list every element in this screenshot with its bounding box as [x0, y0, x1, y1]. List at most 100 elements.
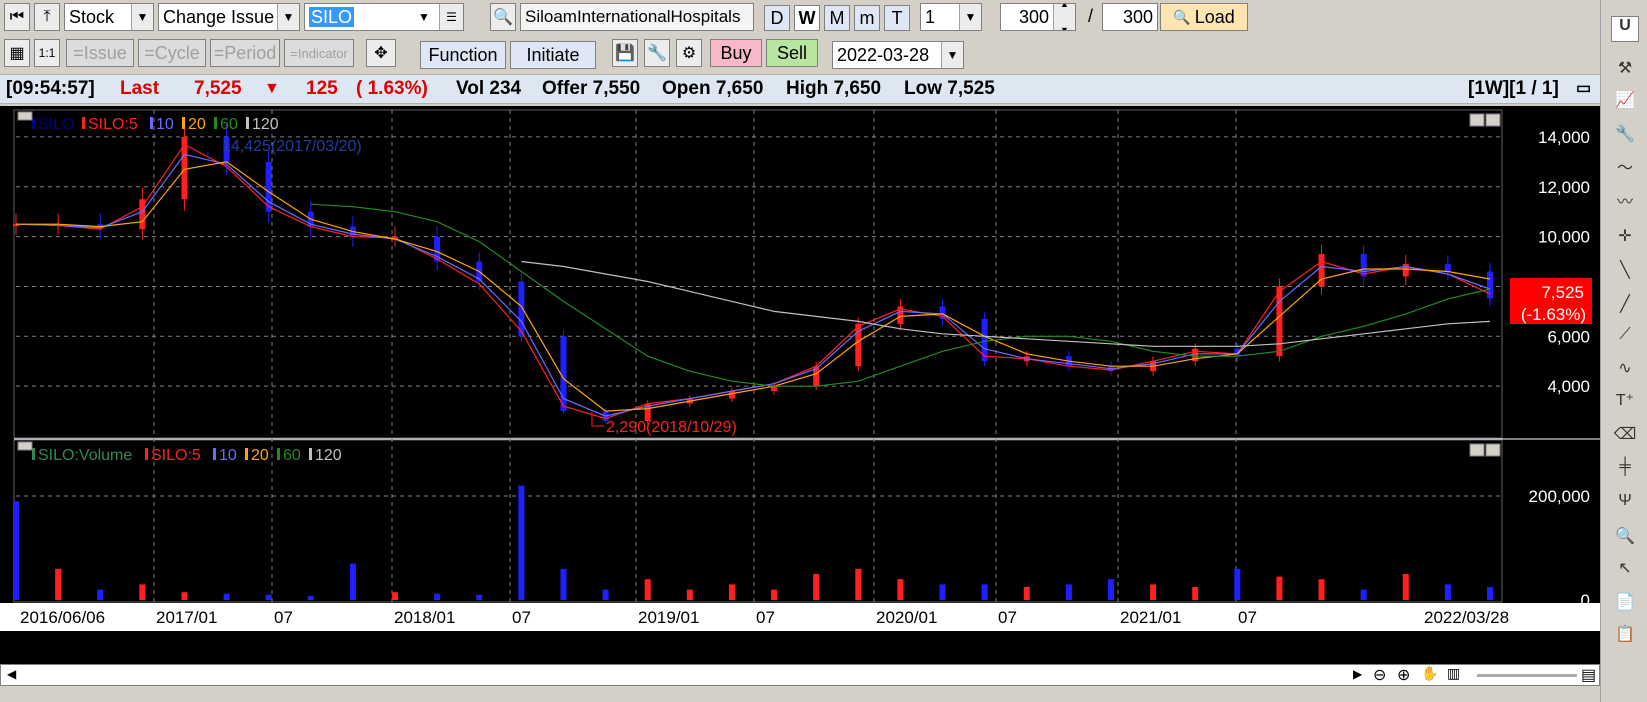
- magnifier-icon[interactable]: 🔍: [1611, 526, 1639, 552]
- trade-icon[interactable]: 〰: [1611, 188, 1639, 214]
- panel-close-icon: [1485, 113, 1501, 127]
- chevron-down-icon[interactable]: ▼: [941, 42, 963, 68]
- volume-bar: [1487, 587, 1493, 600]
- period-button-W[interactable]: W: [794, 5, 820, 31]
- document-icon[interactable]: 📋: [1611, 624, 1639, 650]
- volume-bar: [1444, 584, 1451, 600]
- search-icon[interactable]: 🔍: [490, 3, 516, 31]
- y-tick-label: 10,000: [1538, 228, 1590, 247]
- chevron-down-icon[interactable]: ▼: [277, 4, 299, 30]
- y-tick-label: 6,000: [1547, 327, 1590, 346]
- chevron-down-icon[interactable]: ▼: [413, 4, 435, 30]
- chart-icon[interactable]: 📈: [1611, 90, 1639, 116]
- layout-icon[interactable]: ▤: [1581, 665, 1596, 685]
- hand-icon[interactable]: ✋: [1421, 665, 1438, 682]
- zoom-slider[interactable]: [1477, 674, 1577, 677]
- text-icon[interactable]: T⁺: [1611, 390, 1639, 416]
- period-button-D[interactable]: D: [764, 5, 790, 31]
- stepper-icon[interactable]: ▲ ▼: [1053, 4, 1075, 30]
- period-button-T[interactable]: T: [884, 5, 910, 31]
- wrench-icon[interactable]: 🔧: [644, 39, 670, 67]
- volume-bar: [1360, 589, 1367, 600]
- eraser-icon[interactable]: ⌫: [1611, 424, 1639, 450]
- volume-bar: [1318, 579, 1325, 600]
- volume-bar: [644, 579, 651, 600]
- change-issue-value: Change Issue: [163, 7, 275, 27]
- price-icon[interactable]: 〜: [1611, 154, 1639, 180]
- indicator-label: =Indicator: [290, 45, 348, 61]
- panel-restore-icon: [1469, 443, 1485, 457]
- save-icon[interactable]: 💾: [612, 39, 638, 67]
- gear-icon[interactable]: ⚙: [676, 39, 702, 67]
- x-tick-label: 07: [756, 608, 775, 627]
- list-icon[interactable]: ☰: [439, 4, 463, 30]
- period-button-m[interactable]: m: [854, 5, 880, 31]
- branch-icon[interactable]: Ψ: [1611, 492, 1639, 518]
- x-tick-label: 2016/06/06: [20, 608, 105, 627]
- one-to-one-button[interactable]: 1:1: [34, 39, 60, 67]
- horizontal-scrollbar[interactable]: ◀ ▶ ⊖ ⊕ ✋ ▥ ▤: [0, 664, 1600, 686]
- scroll-left-icon[interactable]: ◀: [7, 667, 16, 681]
- buy-button[interactable]: Buy: [710, 39, 762, 67]
- volume-bar: [771, 589, 778, 600]
- bar-count-stepper[interactable]: 300 ▲ ▼: [1000, 3, 1076, 31]
- volume-legend-label: 120: [315, 447, 342, 464]
- crosshair-icon[interactable]: ✛: [1611, 226, 1639, 252]
- wrench-icon[interactable]: 🔧: [1611, 124, 1639, 150]
- volume-bar: [181, 592, 188, 600]
- wave-icon[interactable]: ∿: [1611, 358, 1639, 384]
- issue-button[interactable]: =Issue: [66, 39, 134, 67]
- volume-bar: [13, 501, 19, 600]
- function-button[interactable]: Function: [420, 41, 506, 69]
- scroll-right-icon[interactable]: ▶: [1353, 667, 1362, 681]
- ray-icon[interactable]: ╱: [1611, 294, 1639, 320]
- cursor-icon[interactable]: ↖: [1611, 558, 1639, 584]
- volume-legend-swatch: [277, 448, 280, 460]
- bars-icon[interactable]: ▥: [1447, 665, 1460, 682]
- sell-button[interactable]: Sell: [766, 39, 818, 67]
- grid-icon[interactable]: ▦: [4, 39, 30, 67]
- price-legend-swatch: [150, 117, 153, 129]
- initiate-button[interactable]: Initiate: [510, 41, 596, 69]
- chevron-down-icon[interactable]: ▼: [131, 4, 153, 30]
- low-value: Low 7,525: [904, 78, 995, 99]
- interval-select[interactable]: 1 ▼: [920, 3, 982, 31]
- line-tool-icon[interactable]: ╲: [1611, 260, 1639, 286]
- market-type-value: Stock: [69, 7, 115, 27]
- change-issue-select[interactable]: Change Issue ▼: [158, 3, 300, 31]
- candle-icon[interactable]: ╪: [1611, 458, 1639, 484]
- cycle-button[interactable]: =Cycle: [138, 39, 206, 67]
- u-icon[interactable]: U: [1611, 16, 1639, 42]
- zoom-in-icon[interactable]: ⊕: [1397, 665, 1410, 685]
- x-tick-label: 2020/01: [876, 608, 937, 627]
- date-select[interactable]: 2022-03-28 ▼: [832, 41, 964, 69]
- first-record-icon[interactable]: ⏮: [4, 3, 30, 31]
- report-icon[interactable]: 📄: [1611, 592, 1639, 618]
- chart-area[interactable]: 2016/06/06 2017/01 07 2018/01 07 2019/01 07 202…: [0, 106, 1600, 664]
- x-tick-label: 07: [1238, 608, 1257, 627]
- volume-legend-swatch: [309, 448, 312, 460]
- load-button[interactable]: 🔍 Load: [1160, 3, 1248, 31]
- period-button[interactable]: =Period: [210, 39, 280, 67]
- zoom-out-icon[interactable]: ⊖: [1373, 665, 1386, 685]
- move-icon[interactable]: ✥: [366, 39, 396, 67]
- ma-line-120: [521, 260, 1491, 347]
- window-icon[interactable]: ▭: [1576, 75, 1591, 103]
- date-value: 2022-03-28: [837, 45, 930, 65]
- candle-body: [1444, 264, 1451, 272]
- load-count-input[interactable]: 300: [1102, 3, 1158, 31]
- market-type-select[interactable]: Stock ▼: [64, 3, 154, 31]
- period-button-M[interactable]: M: [824, 5, 850, 31]
- secondary-toolbar: ▦ 1:1 =Issue =Cycle =Period =Indicator ✥…: [0, 37, 1600, 71]
- indicator-button[interactable]: =Indicator: [284, 39, 354, 67]
- initiate-label: Initiate: [526, 44, 580, 65]
- trend-icon[interactable]: ⟋: [1611, 326, 1639, 352]
- volume-bar: [897, 579, 904, 600]
- volume-bar: [813, 574, 820, 600]
- chart-svg[interactable]: 2016/06/06 2017/01 07 2018/01 07 2019/01 07 202…: [0, 106, 1600, 664]
- upload-icon[interactable]: ⤒: [34, 3, 60, 31]
- main-toolbar: ⏮ ⤒ Stock ▼ Change Issue ▼ SILO ▼ ☰ 🔍 Si…: [0, 0, 1600, 34]
- tool-icon[interactable]: ⚒: [1611, 58, 1639, 84]
- chevron-down-icon[interactable]: ▼: [959, 4, 981, 30]
- symbol-input[interactable]: SILO ▼ ☰: [304, 3, 464, 31]
